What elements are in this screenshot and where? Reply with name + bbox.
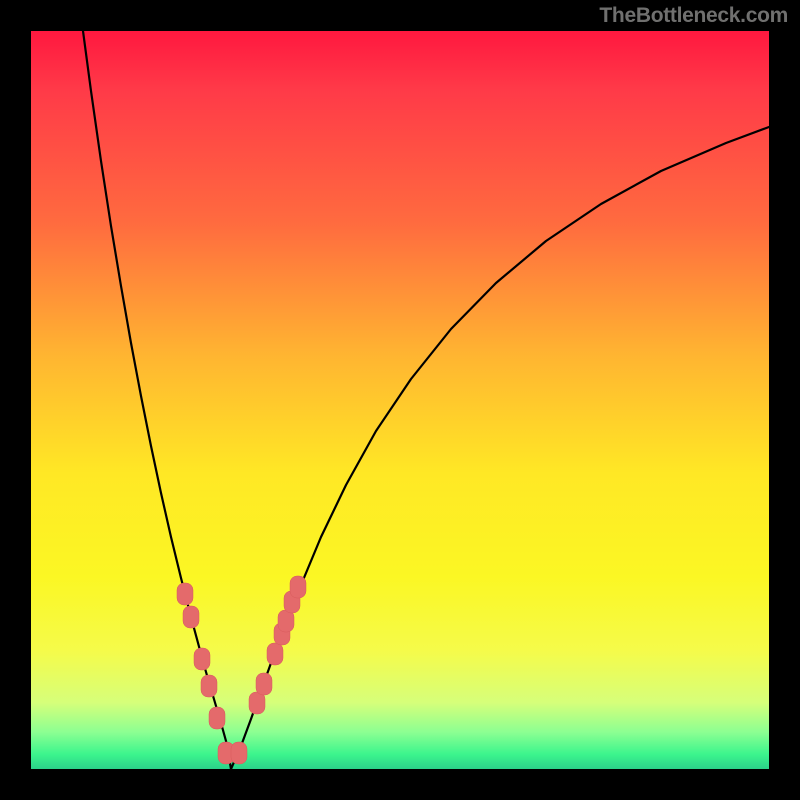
watermark-text: TheBottleneck.com [599,4,788,28]
data-marker [194,648,210,670]
data-marker [183,606,199,628]
data-marker [290,576,306,598]
data-marker [267,643,283,665]
marker-group [177,576,306,764]
data-marker [201,675,217,697]
data-marker [177,583,193,605]
curve-group [83,31,769,769]
curve-right-branch [231,127,769,769]
data-marker [278,610,294,632]
data-marker [256,673,272,695]
data-marker [209,707,225,729]
chart-svg [31,31,769,769]
data-marker [249,692,265,714]
data-marker [231,742,247,764]
chart-frame: TheBottleneck.com [0,0,800,800]
